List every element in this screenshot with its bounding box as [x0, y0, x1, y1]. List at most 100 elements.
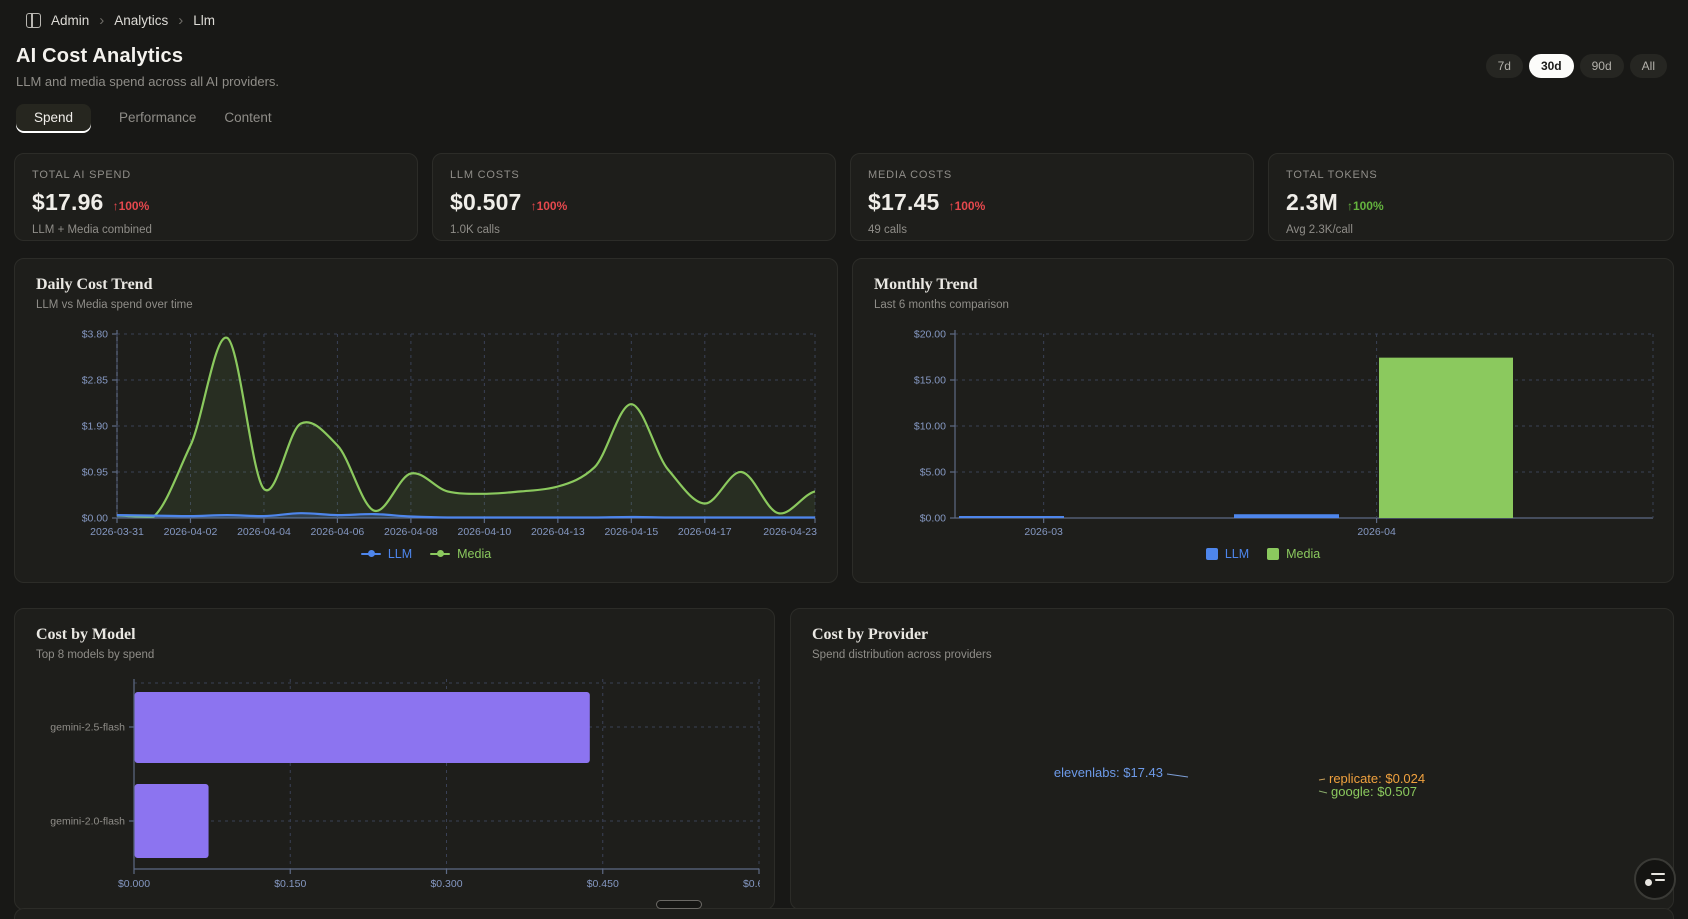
- llm-bar-2026-04: [1234, 514, 1339, 518]
- range-7d-button[interactable]: 7d: [1486, 54, 1523, 78]
- chart-subtitle: Spend distribution across providers: [812, 649, 1652, 661]
- svg-text:$0.450: $0.450: [587, 878, 619, 890]
- chevron-right-icon: ›: [178, 13, 183, 28]
- svg-text:gemini-2.0-flash: gemini-2.0-flash: [50, 816, 125, 828]
- breadcrumb-analytics[interactable]: Analytics: [114, 13, 168, 28]
- llm-bar-2026-03: [959, 516, 1064, 518]
- daily-cost-trend-card: Daily Cost Trend LLM vs Media spend over…: [14, 258, 838, 583]
- breadcrumb: Admin › Analytics › Llm: [0, 0, 1688, 40]
- chart-title: Cost by Model: [36, 626, 753, 644]
- monthly-trend-card: Monthly Trend Last 6 months comparison $…: [852, 258, 1674, 583]
- svg-text:2026-03-31: 2026-03-31: [90, 526, 144, 538]
- breadcrumb-admin[interactable]: Admin: [51, 13, 89, 28]
- chart-title: Daily Cost Trend: [36, 276, 816, 294]
- svg-text:2026-03: 2026-03: [1024, 526, 1063, 538]
- assistant-widget-button[interactable]: [1634, 858, 1676, 900]
- chevron-right-icon: ›: [99, 13, 104, 28]
- daily-chart-legend: LLM Media: [15, 547, 837, 561]
- svg-text:$20.00: $20.00: [914, 329, 946, 341]
- stat-delta: ↑100%: [113, 199, 150, 213]
- stat-card-llm-costs: LLM COSTS $0.507 ↑100% 1.0K calls: [432, 153, 836, 241]
- stat-delta: ↑100%: [1347, 199, 1384, 213]
- page-subtitle: LLM and media spend across all AI provid…: [16, 74, 279, 89]
- tab-spend[interactable]: Spend: [16, 104, 91, 131]
- svg-text:2026-04-17: 2026-04-17: [678, 526, 732, 538]
- svg-text:$1.90: $1.90: [82, 421, 108, 433]
- stat-subtext: 1.0K calls: [450, 224, 818, 236]
- legend-item-llm[interactable]: LLM: [1206, 547, 1249, 561]
- range-all-button[interactable]: All: [1630, 54, 1667, 78]
- svg-text:2026-04-15: 2026-04-15: [604, 526, 658, 538]
- chart-title: Cost by Provider: [812, 626, 1652, 644]
- range-30d-button[interactable]: 30d: [1529, 54, 1574, 78]
- stat-value: $17.96: [32, 189, 104, 216]
- cost-by-model-chart: $0.000$0.150$0.300$0.450$0.600gemini-2.5…: [35, 661, 760, 901]
- svg-text:2026-04-06: 2026-04-06: [311, 526, 365, 538]
- svg-text:$0.000: $0.000: [118, 878, 150, 890]
- llm-line-marker: [361, 553, 381, 556]
- stat-card-total-ai-spend: TOTAL AI SPEND $17.96 ↑100% LLM + Media …: [14, 153, 418, 241]
- daily-cost-trend-chart: $3.80$2.85$1.90$0.95$0.002026-03-312026-…: [31, 319, 817, 545]
- page-title: AI Cost Analytics: [16, 45, 183, 68]
- stat-subtext: 49 calls: [868, 224, 1236, 236]
- svg-text:$0.300: $0.300: [430, 878, 462, 890]
- chart-title: Monthly Trend: [874, 276, 1652, 294]
- stat-label: TOTAL TOKENS: [1286, 169, 1656, 181]
- monthly-trend-chart: $20.00 $15.00 $10.00 $5.00 $0.00 2026-03 2026-…: [869, 319, 1655, 545]
- legend-item-media[interactable]: Media: [1267, 547, 1320, 561]
- stat-subtext: LLM + Media combined: [32, 224, 400, 236]
- horizontal-scrollbar-thumb[interactable]: [656, 900, 702, 909]
- legend-label: Media: [457, 547, 491, 561]
- model-bar-gemini-2.0-flash: [135, 784, 209, 858]
- label-google: google: $0.507: [1331, 784, 1417, 799]
- stat-label: MEDIA COSTS: [868, 169, 1236, 181]
- stat-value: $17.45: [868, 189, 940, 216]
- svg-text:$15.00: $15.00: [914, 375, 946, 387]
- svg-text:$3.80: $3.80: [82, 329, 108, 341]
- svg-text:$0.00: $0.00: [82, 513, 108, 525]
- svg-text:2026-04: 2026-04: [1357, 526, 1396, 538]
- next-row-card-edge: [14, 908, 1674, 919]
- stat-delta: ↑100%: [531, 199, 568, 213]
- chart-subtitle: Top 8 models by spend: [36, 649, 753, 661]
- chart-subtitle: LLM vs Media spend over time: [36, 299, 816, 311]
- stat-subtext: Avg 2.3K/call: [1286, 224, 1656, 236]
- cost-by-model-card: Cost by Model Top 8 models by spend $0.0…: [14, 608, 775, 910]
- assistant-widget-icon: [1645, 872, 1665, 886]
- svg-text:$0.600: $0.600: [743, 878, 760, 890]
- time-range-selector: 7d 30d 90d All: [1486, 54, 1667, 78]
- legend-item-llm[interactable]: LLM: [361, 547, 412, 561]
- chart-subtitle: Last 6 months comparison: [874, 299, 1652, 311]
- media-bar-2026-04: [1379, 358, 1513, 518]
- svg-text:2026-04-13: 2026-04-13: [531, 526, 585, 538]
- media-area: [117, 338, 815, 518]
- breadcrumb-llm[interactable]: Llm: [193, 13, 215, 28]
- svg-text:$0.00: $0.00: [920, 513, 946, 525]
- model-bar-gemini-2.5-flash: [135, 692, 590, 763]
- tab-bar: Spend Performance Content: [16, 104, 272, 131]
- tab-content[interactable]: Content: [224, 104, 271, 131]
- sidebar-toggle-icon[interactable]: [26, 13, 41, 28]
- stat-card-total-tokens: TOTAL TOKENS 2.3M ↑100% Avg 2.3K/call: [1268, 153, 1674, 241]
- svg-text:2026-04-08: 2026-04-08: [384, 526, 438, 538]
- legend-label: LLM: [388, 547, 412, 561]
- ai-cost-analytics-page: { "breadcrumb": { "items": ["Admin", "An…: [0, 0, 1688, 919]
- svg-text:2026-04-02: 2026-04-02: [164, 526, 218, 538]
- svg-text:2026-04-10: 2026-04-10: [458, 526, 512, 538]
- media-line-marker: [430, 553, 450, 556]
- stat-label: LLM COSTS: [450, 169, 818, 181]
- legend-label: Media: [1286, 547, 1320, 561]
- range-90d-button[interactable]: 90d: [1580, 54, 1624, 78]
- tab-performance[interactable]: Performance: [119, 104, 196, 131]
- stat-card-media-costs: MEDIA COSTS $17.45 ↑100% 49 calls: [850, 153, 1254, 241]
- svg-text:$5.00: $5.00: [920, 467, 946, 479]
- stat-value: $0.507: [450, 189, 522, 216]
- svg-text:$0.95: $0.95: [82, 467, 108, 479]
- monthly-chart-legend: LLM Media: [853, 547, 1673, 561]
- label-elevenlabs: elevenlabs: $17.43: [1054, 765, 1163, 780]
- stat-label: TOTAL AI SPEND: [32, 169, 400, 181]
- cost-by-provider-card: Cost by Provider Spend distribution acro…: [790, 608, 1674, 910]
- legend-item-media[interactable]: Media: [430, 547, 491, 561]
- llm-square-marker: [1206, 548, 1218, 560]
- svg-text:$10.00: $10.00: [914, 421, 946, 433]
